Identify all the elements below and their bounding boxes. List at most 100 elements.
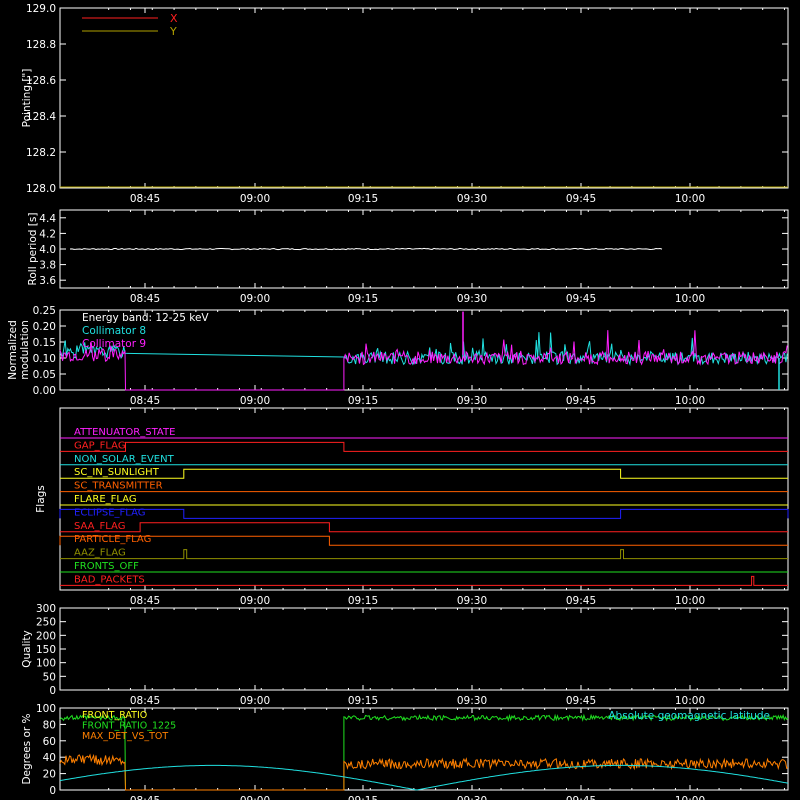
- x-tick-label: 10:00: [675, 795, 705, 800]
- geomagnetic-latitude-line: [59, 764, 789, 791]
- roll-period-line: [69, 247, 663, 251]
- x-tick-label: 09:15: [348, 193, 378, 205]
- flag-label: BAD_PACKETS: [74, 574, 145, 585]
- flag-line-aaz_flag: [60, 549, 788, 560]
- y-axis-label: Quality: [21, 630, 33, 668]
- x-tick-label: 09:00: [240, 595, 270, 607]
- y-tick-label: 300: [36, 603, 56, 615]
- legend-label: Collimator 8: [82, 325, 146, 337]
- flag-label: ECLIPSE_FLAG: [74, 507, 145, 518]
- flag-label: ATTENUATOR_STATE: [74, 427, 175, 438]
- y-tick-label: 0: [49, 685, 56, 697]
- y-axis-label: Roll period [s]: [27, 213, 39, 286]
- axis-frame: [59, 607, 789, 691]
- flag-label: NON_SOLAR_EVENT: [74, 454, 175, 465]
- y-tick-label: 3.8: [39, 260, 56, 272]
- y-tick-label: 250: [36, 617, 56, 629]
- x-tick-label: 09:45: [566, 695, 596, 707]
- y-tick-label: 128.8: [26, 39, 56, 51]
- x-tick-label: 09:30: [457, 595, 487, 607]
- x-tick-label: 09:15: [348, 795, 378, 800]
- x-tick-label: 10:00: [675, 395, 705, 407]
- y-tick-label: 128.0: [26, 183, 56, 195]
- x-tick-label: 09:30: [457, 395, 487, 407]
- x-tick-label: 10:00: [675, 293, 705, 305]
- x-tick-label: 09:45: [566, 193, 596, 205]
- x-tick-label: 09:15: [348, 695, 378, 707]
- y-tick-label: 4.0: [39, 244, 56, 256]
- x-tick-label: 08:45: [130, 193, 160, 205]
- x-tick-label: 09:30: [457, 293, 487, 305]
- x-tick-label: 09:45: [566, 595, 596, 607]
- x-tick-label: 09:45: [566, 795, 596, 800]
- y-axis-label: Degrees or %: [21, 713, 33, 784]
- y-tick-label: 0.20: [33, 321, 56, 333]
- energy-band-label: Energy band: 12-25 keV: [82, 312, 209, 324]
- x-tick-label: 09:30: [457, 193, 487, 205]
- x-tick-label: 09:00: [240, 293, 270, 305]
- y-tick-label: 3.6: [39, 275, 56, 287]
- flag-label: FRONTS_OFF: [74, 561, 139, 572]
- flag-label: GAP_FLAG: [74, 440, 126, 451]
- y-axis-label: modulation: [19, 320, 31, 379]
- flag-label: PARTICLE_FLAG: [74, 534, 151, 545]
- geomagnetic-latitude-label: Absolute geomagnetic latitude: [608, 710, 770, 722]
- flag-label: SC_IN_SUNLIGHT: [74, 467, 160, 478]
- y-tick-label: 80: [43, 719, 56, 731]
- legend-label: X: [170, 12, 178, 25]
- x-tick-label: 09:45: [566, 395, 596, 407]
- legend-label: FRONT_RATIO: [82, 710, 147, 721]
- x-tick-label: 08:45: [130, 595, 160, 607]
- y-tick-label: 0.10: [33, 353, 56, 365]
- x-tick-label: 08:45: [130, 395, 160, 407]
- x-tick-label: 09:15: [348, 293, 378, 305]
- x-tick-label: 10:00: [675, 695, 705, 707]
- x-tick-label: 10:00: [675, 595, 705, 607]
- legend-label: Collimator 9: [82, 338, 146, 350]
- flag-label: SAA_FLAG: [74, 521, 125, 532]
- x-tick-label: 09:45: [566, 293, 596, 305]
- flag-line-gap_flag: [60, 441, 788, 452]
- series-max_det_vs_tot: [59, 753, 789, 791]
- flag-label: AAZ_FLAG: [74, 548, 126, 559]
- x-tick-label: 09:00: [240, 795, 270, 800]
- flag-line-bad_packets: [60, 575, 788, 586]
- flag-line-eclipse_flag: [59, 508, 789, 519]
- y-tick-label: 0: [49, 785, 56, 797]
- modulation-collimator-9: [59, 330, 788, 391]
- y-tick-label: 128.2: [26, 147, 56, 159]
- x-tick-label: 09:30: [457, 795, 487, 800]
- y-tick-label: 0.25: [33, 305, 56, 317]
- y-tick-label: 100: [36, 658, 56, 670]
- flag-label: SC_TRANSMITTER: [74, 481, 163, 492]
- x-tick-label: 08:45: [130, 795, 160, 800]
- x-tick-label: 09:30: [457, 695, 487, 707]
- y-tick-label: 129.0: [26, 3, 56, 15]
- y-tick-label: 4.2: [39, 228, 56, 240]
- y-tick-label: 150: [36, 644, 56, 656]
- x-tick-label: 09:00: [240, 695, 270, 707]
- y-tick-label: 4.4: [39, 213, 56, 225]
- x-tick-label: 10:00: [675, 193, 705, 205]
- y-tick-label: 200: [36, 630, 56, 642]
- y-tick-label: 20: [43, 769, 56, 781]
- x-tick-label: 09:15: [348, 595, 378, 607]
- legend-label: FRONT_RATIO_1225: [82, 721, 176, 732]
- legend-label: MAX_DET_VS_TOT: [82, 731, 168, 742]
- y-tick-label: 0.15: [33, 337, 56, 349]
- y-tick-label: 60: [43, 736, 56, 748]
- flag-line-sc_in_sunlight: [60, 468, 788, 479]
- y-axis-label: Pointing ["]: [21, 69, 33, 128]
- flag-line-particle_flag: [59, 535, 788, 546]
- y-tick-label: 100: [36, 703, 56, 715]
- chart-canvas: 08:45 09:00 09:15 09:30 09:45 10:00 128.0 128.2…: [7, 3, 789, 800]
- y-tick-label: 40: [43, 752, 56, 764]
- y-tick-label: 50: [43, 671, 56, 683]
- flag-label: FLARE_FLAG: [74, 494, 137, 505]
- y-tick-label: 0.00: [33, 385, 56, 397]
- panel-5: [59, 607, 789, 691]
- x-tick-label: 08:45: [130, 293, 160, 305]
- y-axis-label: Flags: [35, 485, 47, 513]
- x-tick-label: 09:00: [240, 395, 270, 407]
- x-tick-label: 09:15: [348, 395, 378, 407]
